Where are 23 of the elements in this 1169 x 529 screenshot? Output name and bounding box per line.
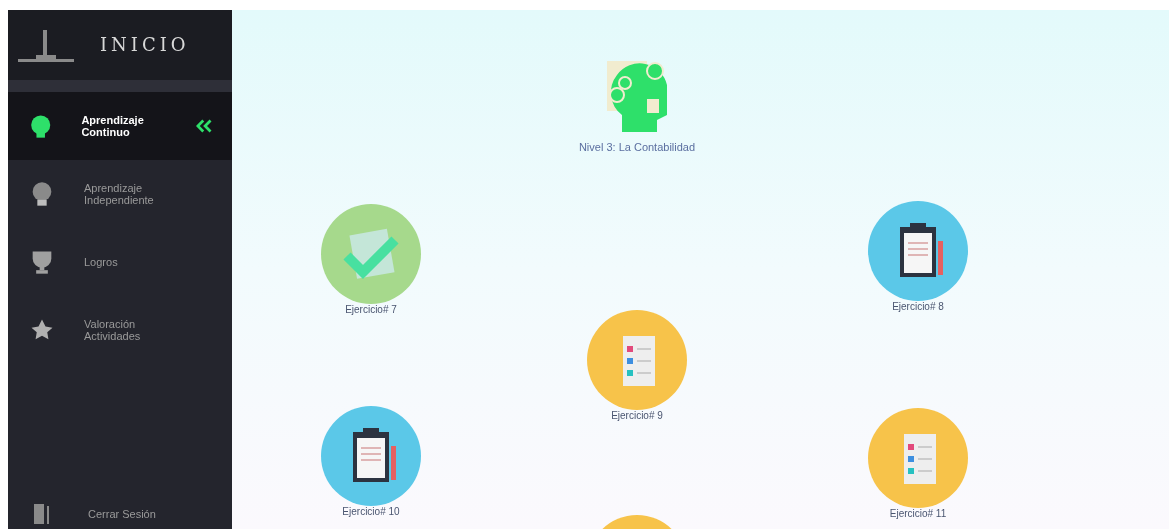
logout-link[interactable]: Cerrar Sesión (88, 505, 156, 523)
exercise-label[interactable]: Ejercicio# 7 (345, 304, 397, 316)
double-chevron-icon (195, 118, 212, 134)
nav-item[interactable]: Aprendizaje Continuo (8, 92, 232, 160)
door-icon (32, 502, 52, 526)
nav-item[interactable]: Logros (8, 228, 232, 296)
exercise-label[interactable]: Ejercicio# 9 (611, 410, 663, 422)
home-link[interactable]: INICIO (100, 31, 190, 59)
exercise-label[interactable]: Ejercicio# 10 (342, 506, 400, 518)
exercise-label[interactable]: Ejercicio# 11 (889, 508, 947, 520)
exercise-label[interactable]: Ejercicio# 8 (892, 301, 944, 313)
nav-item[interactable]: Valoración Actividades (8, 296, 232, 364)
nav-label: Aprendizaje Continuo (81, 114, 145, 138)
nav-label: Logros (84, 256, 119, 268)
exercise-checklist-icon[interactable] (587, 310, 687, 410)
exercise-clipboard-icon[interactable] (321, 406, 421, 506)
nav-label: Aprendizaje Independiente (84, 182, 155, 206)
exercise-clipboard-icon[interactable] (868, 201, 968, 301)
level-title[interactable]: Nivel 3: La Contabilidad (578, 139, 696, 156)
nav-label: Valoración Actividades (84, 318, 142, 342)
nav-item[interactable]: Aprendizaje Independiente (8, 160, 232, 228)
exercise-check-icon[interactable] (321, 204, 421, 304)
exercise-checklist-icon[interactable] (868, 408, 968, 508)
